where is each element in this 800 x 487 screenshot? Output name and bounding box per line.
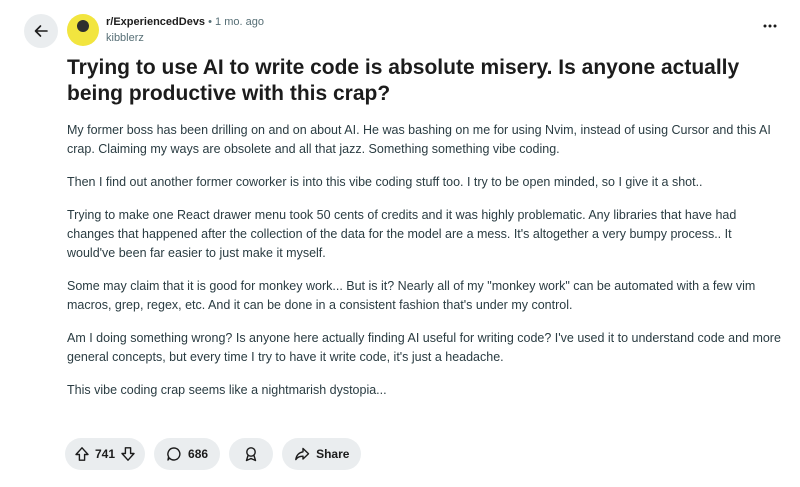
post-body: My former boss has been drilling on and … <box>67 121 782 414</box>
upvote-arrow-icon <box>75 447 89 461</box>
downvote-button[interactable] <box>119 445 137 463</box>
post-paragraph: Some may claim that it is good for monke… <box>67 279 756 312</box>
subreddit-avatar[interactable] <box>67 14 99 46</box>
avatar-graphic <box>77 20 89 32</box>
subreddit-link[interactable]: r/ExperiencedDevs <box>106 16 205 28</box>
comment-count: 686 <box>188 447 209 461</box>
post-paragraph: Then I find out another former coworker … <box>67 175 703 189</box>
share-label: Share <box>316 447 350 461</box>
comment-bubble-icon <box>167 447 181 461</box>
share-button[interactable]: Share <box>282 438 362 470</box>
post-action-bar: 741 686 Share <box>65 438 362 470</box>
more-horizontal-icon <box>763 24 777 28</box>
post-paragraph: My former boss has been drilling on and … <box>67 123 771 156</box>
downvote-arrow-icon <box>121 447 135 461</box>
award-button[interactable] <box>229 438 274 470</box>
post-meta: r/ExperiencedDevs • 1 mo. ago <box>106 15 264 29</box>
more-options-button[interactable] <box>760 18 780 34</box>
comments-button[interactable]: 686 <box>154 438 221 470</box>
award-icon <box>245 447 257 462</box>
arrow-left-icon <box>34 25 48 37</box>
meta-separator: • <box>208 16 212 28</box>
upvote-count: 741 <box>95 447 116 461</box>
post-title: Trying to use AI to write code is absolu… <box>67 56 740 105</box>
author-link[interactable]: kibblerz <box>106 31 144 45</box>
post-paragraph: This vibe coding crap seems like a night… <box>67 383 387 397</box>
upvote-button[interactable] <box>73 445 91 463</box>
post-time: 1 mo. ago <box>215 16 264 28</box>
post-paragraph: Trying to make one React drawer menu too… <box>67 208 737 260</box>
back-button[interactable] <box>24 14 58 48</box>
post-paragraph: Am I doing something wrong? Is anyone he… <box>67 331 781 364</box>
share-arrow-icon <box>295 447 310 461</box>
vote-pill: 741 <box>65 438 146 470</box>
